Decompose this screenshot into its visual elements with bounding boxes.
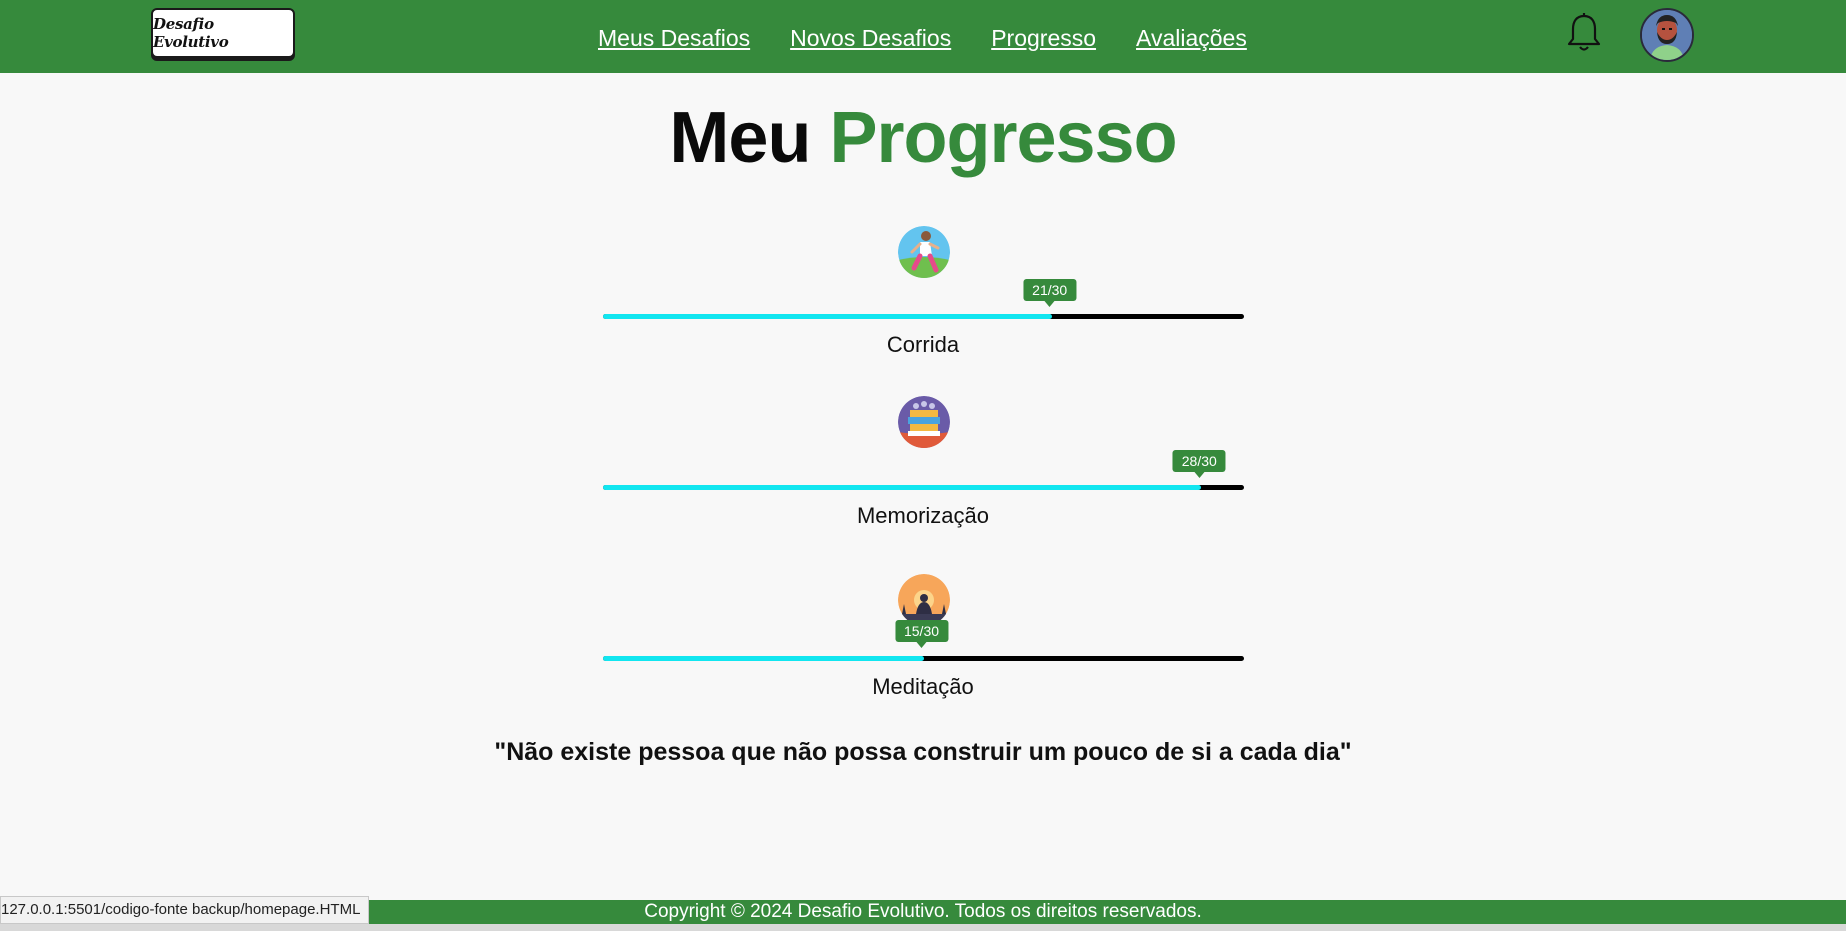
motivational-quote: "Não existe pessoa que não possa constru…: [494, 738, 1352, 766]
footer-divider: [0, 924, 1846, 931]
progress-badge-memorizacao: 28/30: [1172, 450, 1226, 478]
title-part2: Progresso: [829, 98, 1177, 178]
progress-badge-corrida: 21/30: [1023, 279, 1077, 307]
activity-label-meditacao: Meditação: [872, 674, 974, 699]
activity-label-corrida: Corrida: [886, 332, 960, 357]
progress-fill-meditacao: [603, 656, 924, 661]
progress-bar-meditacao: [603, 656, 1244, 661]
avatar[interactable]: [1640, 8, 1694, 62]
page-title: Meu Progresso: [0, 97, 1846, 179]
logo[interactable]: Desafio Evolutivo: [151, 8, 295, 58]
progress-badge-meditacao: 15/30: [894, 620, 949, 648]
top-navbar: Desafio Evolutivo Meus Desafios Novos De…: [0, 0, 1846, 73]
main-nav: Meus Desafios Novos Desafios Progresso A…: [598, 25, 1247, 52]
nav-meus-desafios[interactable]: Meus Desafios: [598, 25, 750, 52]
nav-avaliacoes[interactable]: Avaliações: [1136, 25, 1247, 52]
progress-fill-memorizacao: [603, 485, 1202, 490]
nav-progresso[interactable]: Progresso: [991, 25, 1096, 52]
meditation-icon: [898, 574, 950, 626]
title-part1: Meu: [669, 98, 811, 178]
status-bar-url: 127.0.0.1:5501/codigo-fonte backup/homep…: [0, 896, 370, 924]
bell-icon[interactable]: [1565, 12, 1603, 54]
books-icon: [898, 396, 950, 448]
user-avatar-icon: [1642, 10, 1692, 60]
nav-novos-desafios[interactable]: Novos Desafios: [790, 25, 951, 52]
progress-bar-memorizacao: [603, 485, 1244, 490]
runner-icon: [898, 226, 950, 278]
activity-label-memorizacao: Memorização: [856, 503, 990, 528]
progress-fill-corrida: [603, 314, 1052, 319]
progress-bar-corrida: [603, 314, 1244, 319]
